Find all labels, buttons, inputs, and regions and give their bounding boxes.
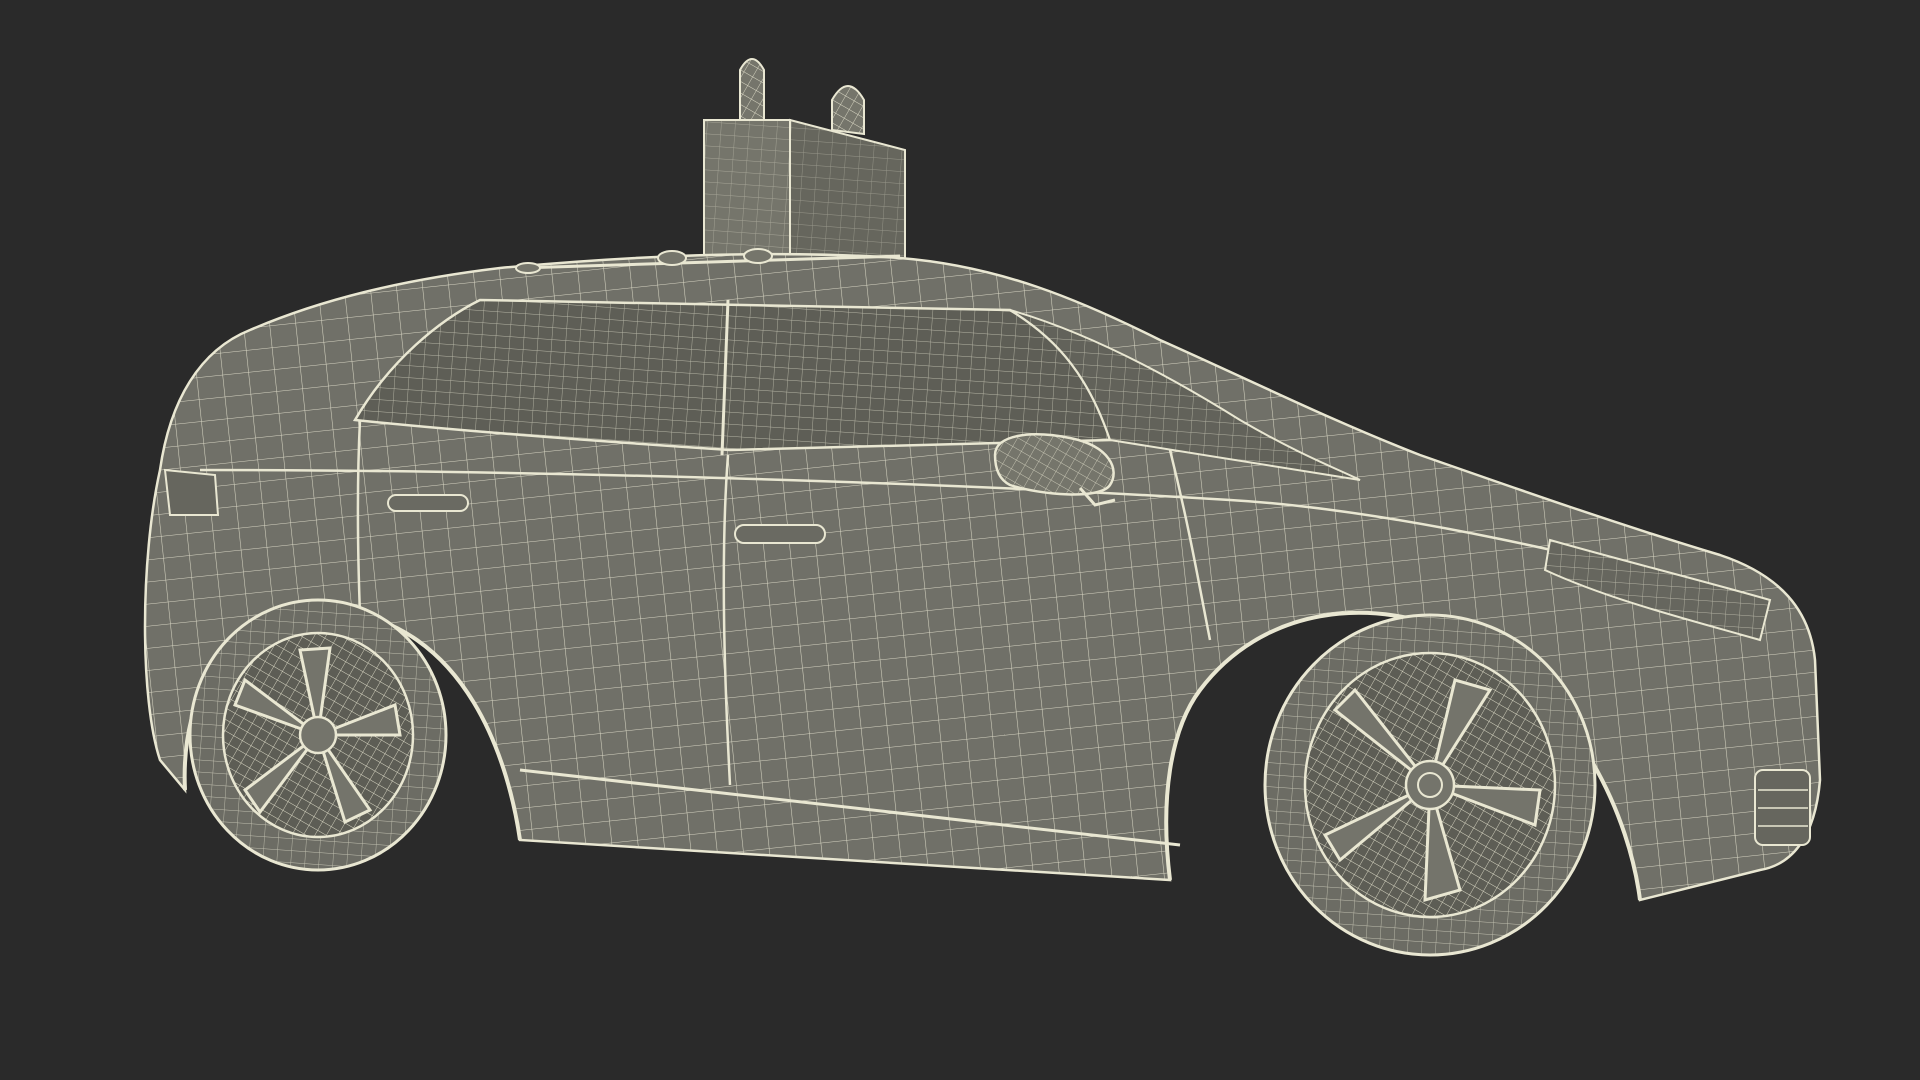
wireframe-car-render [0, 0, 1920, 1080]
roof-mount-left [657, 250, 687, 266]
rear-door-handle [387, 494, 469, 512]
front-wheel [1263, 613, 1597, 957]
tail-light [163, 468, 220, 516]
front-door-handle [734, 524, 826, 544]
roof-mount-front [515, 262, 541, 274]
front-hub [1404, 759, 1456, 811]
roof-mount-right [743, 248, 773, 264]
rear-wheel [188, 598, 448, 872]
viewport [0, 0, 1920, 1080]
rear-hub [298, 715, 338, 755]
